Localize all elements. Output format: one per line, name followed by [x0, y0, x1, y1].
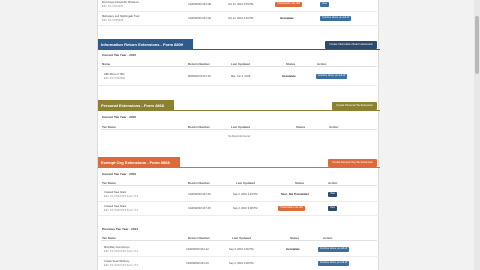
status-text: Sent - Not Transmitted [281, 193, 309, 196]
col-header: Name [102, 62, 111, 66]
continue-button[interactable]: Continue where you left off [318, 261, 350, 266]
scrollbar-thumb[interactable] [475, 16, 479, 74]
row-date: Sep 3, 2016 4:00 PM [229, 248, 254, 251]
row-date: Sep 2, 2016 3:38 PM [233, 207, 258, 210]
row-number: CA60329FO1F1-15 [186, 262, 209, 265]
status-badge: Transmitted to the IRS [275, 2, 302, 7]
table-header: Tax Name Return Number Last Updated Stat… [101, 235, 377, 241]
info-return-section-header: Information Return Extensions - Form 880… [98, 39, 380, 50]
row-number: CA60329FO1F7-00 [188, 193, 211, 196]
table-header: Name Return Number Last Updated Status A… [101, 61, 377, 67]
col-header: Last Updated [231, 125, 251, 129]
right-gutter [379, 0, 480, 270]
col-header: Last Updated [236, 181, 256, 185]
col-header: Action [329, 125, 339, 129]
table-row: MACMary Humphreys EIN: XX-XXXXXXX Form: … [98, 244, 380, 257]
table-row: Create Stuart McEvoy EIN: XX-XXXXXXX For… [98, 258, 380, 270]
row-sub: EIN: XX-XXX5448 [102, 19, 124, 22]
col-header: Status [290, 236, 300, 240]
section-divider [98, 49, 380, 50]
row-name: Wyoming's Flood Hfly Whatever [102, 1, 139, 4]
row-number: CA60329FO1F1-22 [186, 248, 209, 251]
row-sub: EIN: XX-XXXXXXX Form: 8-4 [104, 250, 139, 253]
year-label: Current Tax Year - 2015 [102, 53, 137, 57]
col-header: Tax Name [102, 181, 116, 185]
col-header: Last Updated [232, 236, 252, 240]
section-divider [98, 167, 380, 168]
view-button[interactable]: View [328, 192, 337, 197]
row-number: CA60329FO1F1 FE [188, 17, 211, 20]
col-header: Return Number [188, 125, 210, 129]
col-header: Status [295, 181, 305, 185]
continue-button[interactable]: Continue where you left off [318, 247, 350, 252]
status-text: Incomplete [280, 17, 294, 20]
year-label: Current Tax Year - 2015 [102, 172, 137, 176]
row-sub: EIN: XX-XXXXXXX Form: 8-4 [104, 264, 139, 267]
table-row: Created New Atlant EIN: XX-XXXXXXX Form:… [98, 203, 380, 216]
row-date: Oct 12, 2013 4:54 PM [228, 3, 254, 6]
view-button[interactable]: View [320, 2, 329, 7]
continue-button[interactable]: Continue where you left off [320, 16, 352, 21]
row-number: CA60329FO1F7-45 [188, 207, 211, 210]
col-header: Status [286, 62, 296, 66]
col-header: Tax Name [102, 236, 116, 240]
extensions-panel: Wyoming's Flood Hfly Whatever EIN: XX-XX… [97, 0, 380, 270]
col-header: Last Updated [231, 62, 251, 66]
table-row: Created New Atlant EIN: XX-XXXXXXX Form:… [98, 189, 380, 202]
col-header: Tax Name [102, 125, 116, 129]
exempt-section-header: Exempt Org Extensions - Form 8868 Create… [98, 157, 380, 168]
row-name: MACMary Humphreys [104, 246, 130, 249]
no-records-message: No Records Found [228, 135, 250, 138]
row-name: Created New Atlant [104, 191, 127, 194]
row-sub: EIN: XX-XXXXXXX Form: 8-4 [104, 195, 139, 198]
create-info-return-button[interactable]: Create Information Return Extension [325, 40, 377, 49]
row-sub: EIN: XX-XXX0000 [104, 77, 126, 80]
year-label: Previous Tax Year - 2014 [102, 227, 139, 231]
row-number: CA60329FO1F1 DE [188, 3, 212, 6]
row-name: Mahogany and Nightingale Trust [102, 15, 140, 18]
row-name: Create Stuart McEvoy [104, 260, 130, 263]
continue-button[interactable]: Continue where you left off [316, 74, 348, 79]
row-sub: EIN: XX-XXX4470 [102, 5, 124, 8]
view-button[interactable]: View [328, 206, 337, 211]
col-header: Return Number [188, 181, 210, 185]
create-exempt-extension-button[interactable]: Create Exempt Org Tax Extension [328, 158, 377, 167]
col-header: Action [328, 181, 338, 185]
personal-section-header: Personal Extensions - Form 4868 Create P… [98, 100, 380, 111]
row-name: ABC Bims of TBC [104, 73, 125, 76]
col-header: Return Number [188, 236, 210, 240]
create-personal-extension-button[interactable]: Create Personal Tax Extension [332, 101, 377, 110]
scrollbar[interactable] [474, 0, 480, 270]
year-label: Current Tax Year - 2015 [102, 115, 137, 119]
row-number: M20600XXF1F7-00 [188, 75, 211, 78]
table-header: Tax Name Return Number Last Updated Stat… [101, 180, 377, 186]
col-header: Action [323, 236, 333, 240]
status-badge: Transmitted to the IRS [278, 206, 305, 211]
col-header: Status [296, 125, 306, 129]
section-divider [98, 110, 380, 111]
table-row: ABC Bims of TBC EIN: XX-XXX0000 M20600XX… [98, 70, 380, 86]
row-date: Oct 12, 2013 4:54 PM [228, 17, 254, 20]
col-header: Return Number [188, 62, 210, 66]
row-date: Sep 2, 2016 4:04 PM [233, 193, 258, 196]
row-date: Sep 2, 2016 4:00 PM [229, 262, 254, 265]
table-row: Wyoming's Flood Hfly Whatever EIN: XX-XX… [98, 0, 380, 12]
table-row: Mahogany and Nightingale Trust EIN: XX-X… [98, 14, 380, 26]
table-header: Tax Name Return Number Last Updated Stat… [101, 124, 377, 130]
status-text: Incomplete [282, 75, 296, 78]
row-sub: EIN: XX-XXXXXXX Form: 8-4 [104, 209, 139, 212]
row-name: Created New Atlant [104, 205, 127, 208]
status-text: Incomplete [286, 248, 300, 251]
col-header: Action [317, 62, 327, 66]
row-date: Mar. Jun 2, 2016 [231, 75, 251, 78]
left-gutter [0, 0, 97, 270]
